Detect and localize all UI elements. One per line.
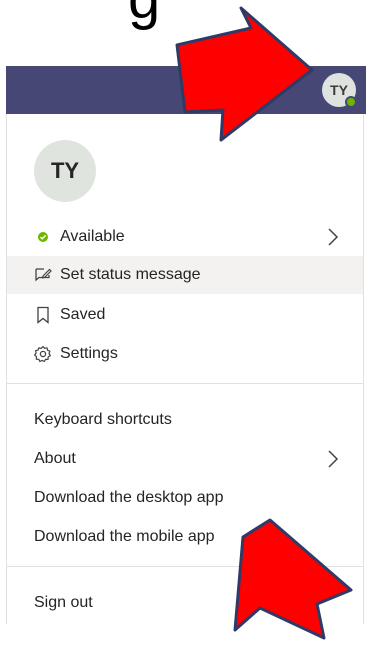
menu-divider: [7, 383, 363, 384]
chevron-right-icon: [328, 450, 339, 468]
menu-item-download-desktop-label: Download the desktop app: [34, 489, 224, 506]
bookmark-icon: [34, 306, 52, 324]
cropped-title-text: g: [128, 0, 160, 28]
status-dot-icon: [34, 228, 52, 246]
menu-item-keyboard-shortcuts-label: Keyboard shortcuts: [34, 411, 172, 428]
edit-message-icon: [34, 266, 52, 284]
header-avatar-initials: TY: [330, 82, 348, 98]
menu-item-available[interactable]: Available: [7, 218, 363, 256]
header-avatar[interactable]: TY: [322, 73, 357, 108]
menu-item-sign-out-label: Sign out: [34, 594, 93, 611]
presence-available-icon: [345, 96, 357, 108]
menu-item-saved-label: Saved: [60, 306, 106, 323]
profile-avatar-initials: TY: [50, 158, 80, 183]
menu-item-saved[interactable]: Saved: [7, 296, 363, 334]
red-arrow-annotation-bottom: [233, 518, 353, 640]
menu-item-keyboard-shortcuts[interactable]: Keyboard shortcuts: [7, 401, 363, 439]
menu-item-set-status-label: Set status message: [60, 266, 201, 283]
profile-avatar: TY: [34, 140, 96, 202]
menu-item-download-mobile-label: Download the mobile app: [34, 528, 215, 545]
menu-item-about-label: About: [34, 450, 76, 467]
menu-item-settings[interactable]: Settings: [7, 335, 363, 373]
menu-item-settings-label: Settings: [60, 345, 118, 362]
red-arrow-annotation-top: [175, 6, 314, 142]
chevron-right-icon: [328, 228, 339, 246]
menu-item-available-label: Available: [60, 228, 125, 245]
menu-item-about[interactable]: About: [7, 440, 363, 478]
gear-icon: [34, 345, 52, 363]
menu-item-set-status-message[interactable]: Set status message: [7, 256, 363, 294]
page: g TY TY Available Set status message: [0, 0, 366, 647]
